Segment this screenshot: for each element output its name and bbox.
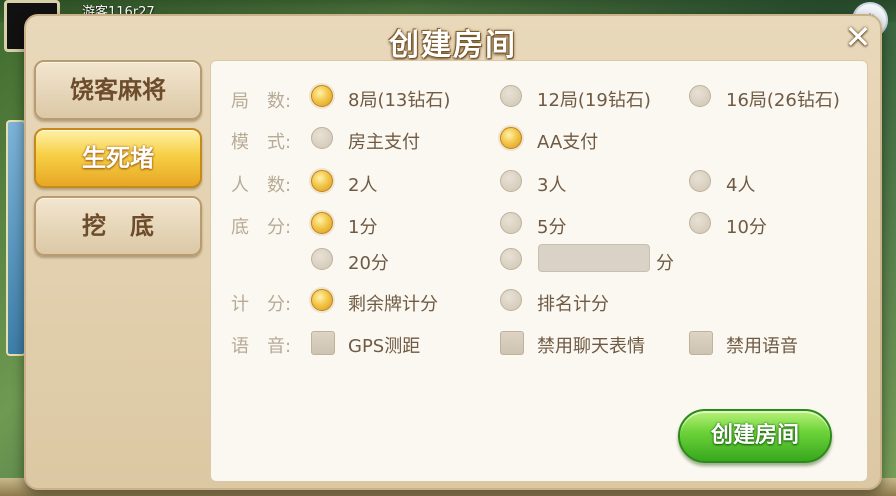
base-option-20: 20分 (348, 253, 389, 274)
mode-label: 模 式: (231, 132, 292, 153)
players-label: 人 数: (231, 175, 292, 196)
mode-option-aa-pay: AA支付 (537, 132, 599, 153)
dialog-title: 创建房间 (389, 28, 517, 63)
players-option-3: 3人 (537, 175, 567, 196)
base-option-10: 10分 (726, 217, 767, 238)
players-radio-2[interactable] (311, 170, 333, 192)
create-room-dialog: 创建房间 ✕ 饶客麻将 生死堵 挖 底 局 数: 8局(13钻石) 12局(19… (24, 14, 882, 490)
scoring-label: 计 分: (231, 294, 292, 315)
rounds-radio-8[interactable] (311, 85, 333, 107)
mode-option-host-pay: 房主支付 (348, 132, 420, 153)
gps-distance-option: GPS测距 (348, 336, 421, 357)
players-radio-4[interactable] (689, 170, 711, 192)
scoring-option-remaining: 剩余牌计分 (348, 294, 438, 315)
room-options-panel: 局 数: 8局(13钻石) 12局(19钻石) 16局(26钻石) 模 式: 房… (210, 60, 868, 482)
mode-radio-aa-pay[interactable] (500, 127, 522, 149)
rounds-option-12: 12局(19钻石) (537, 90, 651, 111)
custom-base-score-input[interactable] (538, 244, 650, 272)
scoring-option-rank: 排名计分 (537, 294, 609, 315)
disable-voice-checkbox[interactable] (689, 331, 713, 355)
players-radio-3[interactable] (500, 170, 522, 192)
tab-raoke-mahjong[interactable]: 饶客麻将 (34, 60, 202, 120)
base-radio-10[interactable] (689, 212, 711, 234)
base-option-1: 1分 (348, 217, 378, 238)
dialog-title-bar: 创建房间 (26, 16, 880, 63)
players-option-2: 2人 (348, 175, 378, 196)
disable-chat-emoji-option: 禁用聊天表情 (537, 336, 645, 357)
custom-base-score-suffix: 分 (656, 253, 674, 274)
create-room-button[interactable]: 创建房间 (678, 409, 832, 463)
base-radio-custom[interactable] (500, 248, 522, 270)
tab-wadi[interactable]: 挖 底 (34, 196, 202, 256)
disable-voice-option: 禁用语音 (726, 336, 798, 357)
scoring-radio-rank[interactable] (500, 289, 522, 311)
close-icon[interactable]: ✕ (842, 21, 874, 54)
rounds-radio-12[interactable] (500, 85, 522, 107)
rounds-option-8: 8局(13钻石) (348, 90, 451, 111)
scoring-radio-remaining[interactable] (311, 289, 333, 311)
gps-distance-checkbox[interactable] (311, 331, 335, 355)
background-side-card (6, 120, 26, 356)
disable-chat-emoji-checkbox[interactable] (500, 331, 524, 355)
base-radio-20[interactable] (311, 248, 333, 270)
base-radio-5[interactable] (500, 212, 522, 234)
base-score-label: 底 分: (231, 217, 292, 238)
rounds-radio-16[interactable] (689, 85, 711, 107)
rounds-label: 局 数: (231, 91, 292, 112)
players-option-4: 4人 (726, 175, 756, 196)
rounds-option-16: 16局(26钻石) (726, 90, 840, 111)
base-radio-1[interactable] (311, 212, 333, 234)
mode-radio-host-pay[interactable] (311, 127, 333, 149)
base-option-5: 5分 (537, 217, 567, 238)
voice-label: 语 音: (231, 336, 292, 357)
tab-shengsidu[interactable]: 生死堵 (34, 128, 202, 188)
